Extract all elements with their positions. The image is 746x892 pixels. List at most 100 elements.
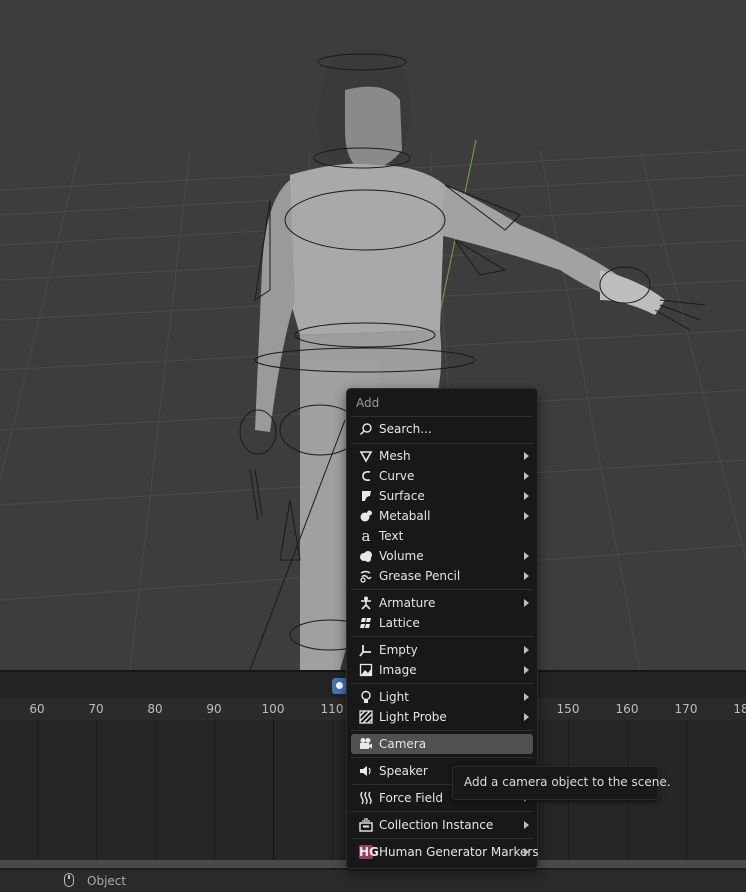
volume-icon (359, 549, 373, 563)
menu-item-armature[interactable]: Armature (351, 593, 533, 613)
frame-tick: 90 (206, 702, 222, 716)
frame-tick: 110 (320, 702, 344, 716)
menu-item-metaball[interactable]: Metaball (351, 506, 533, 526)
submenu-arrow-icon (524, 713, 529, 721)
menu-separator (351, 757, 533, 758)
menu-separator (351, 636, 533, 637)
menu-item-collection-instance[interactable]: Collection Instance (351, 815, 533, 835)
submenu-arrow-icon (524, 599, 529, 607)
menu-item-label: Curve (379, 469, 415, 483)
menu-item-label: Empty (379, 643, 418, 657)
submenu-arrow-icon (524, 552, 529, 560)
submenu-arrow-icon (524, 512, 529, 520)
status-bar: Object (0, 870, 746, 892)
menu-separator (351, 589, 533, 590)
mouse-icon (64, 873, 74, 887)
submenu-arrow-icon (524, 693, 529, 701)
menu-item-surface[interactable]: Surface (351, 486, 533, 506)
menu-separator (351, 443, 533, 444)
menu-item-lattice[interactable]: Lattice (351, 613, 533, 633)
armature-icon (359, 596, 373, 610)
menu-item-label: Mesh (379, 449, 411, 463)
frame-gridline (332, 720, 333, 860)
menu-search-label: Search... (379, 422, 432, 436)
submenu-arrow-icon (524, 666, 529, 674)
submenu-arrow-icon (524, 848, 529, 856)
frame-tick: 70 (88, 702, 104, 716)
empty-icon (359, 643, 373, 657)
frame-gridline (273, 720, 274, 860)
menu-item-camera[interactable]: Camera (351, 734, 533, 754)
menu-item-empty[interactable]: Empty (351, 640, 533, 660)
frame-tick: 150 (556, 702, 580, 716)
metaball-icon (359, 509, 373, 523)
light-probe-icon (359, 710, 373, 724)
hg-icon: HG (359, 845, 379, 859)
menu-item-label: Metaball (379, 509, 431, 523)
frame-tick: 18 (733, 702, 746, 716)
menu-item-label: Collection Instance (379, 818, 494, 832)
frame-gridline (686, 720, 687, 860)
grease-pencil-icon (359, 569, 373, 583)
mesh-icon (359, 449, 373, 463)
frame-gridline (96, 720, 97, 860)
surface-icon (359, 489, 373, 503)
camera-icon (359, 737, 373, 751)
menu-separator (351, 838, 533, 839)
menu-item-label: Image (379, 663, 417, 677)
frame-tick: 160 (615, 702, 639, 716)
menu-item-label: Camera (379, 737, 427, 751)
menu-item-label: Human Generator Markers (379, 845, 539, 859)
frame-gridline (155, 720, 156, 860)
frame-tick: 100 (261, 702, 285, 716)
menu-search[interactable]: Search... (351, 419, 533, 439)
speaker-icon (359, 764, 373, 778)
text-icon: a (361, 527, 371, 545)
menu-item-label: Speaker (379, 764, 428, 778)
curve-icon (359, 469, 373, 483)
menu-item-label: Surface (379, 489, 425, 503)
menu-separator (351, 683, 533, 684)
menu-item-label: Grease Pencil (379, 569, 461, 583)
menu-item-label: Light (379, 690, 409, 704)
status-label: Object (87, 874, 127, 888)
menu-item-light-probe[interactable]: Light Probe (351, 707, 533, 727)
tooltip-text: Add a camera object to the scene. (464, 775, 671, 789)
lattice-icon (359, 616, 373, 630)
search-icon (359, 422, 373, 436)
menu-item-grease-pencil[interactable]: Grease Pencil (351, 566, 533, 586)
menu-item-light[interactable]: Light (351, 687, 533, 707)
tooltip: Add a camera object to the scene. (452, 766, 671, 800)
light-icon (359, 690, 373, 704)
frame-gridline (37, 720, 38, 860)
force-field-icon (359, 791, 373, 805)
menu-title: Add (356, 396, 380, 410)
collection-instance-icon (359, 818, 373, 832)
frame-gridline (214, 720, 215, 860)
frame-tick: 60 (29, 702, 45, 716)
menu-item-volume[interactable]: Volume (351, 546, 533, 566)
menu-separator (351, 730, 533, 731)
image-icon (359, 663, 373, 677)
submenu-arrow-icon (524, 646, 529, 654)
menu-item-label: Volume (379, 549, 424, 563)
menu-item-curve[interactable]: Curve (351, 466, 533, 486)
menu-item-image[interactable]: Image (351, 660, 533, 680)
menu-item-label: Armature (379, 596, 436, 610)
menu-item-text[interactable]: a Text (351, 526, 533, 546)
menu-item-mesh[interactable]: Mesh (351, 446, 533, 466)
menu-item-label: Text (379, 529, 404, 543)
menu-item-human-generator-markers[interactable]: HG Human Generator Markers (351, 842, 539, 862)
frame-tick: 80 (147, 702, 163, 716)
submenu-arrow-icon (524, 452, 529, 460)
submenu-arrow-icon (524, 572, 529, 580)
menu-separator (351, 416, 533, 417)
submenu-arrow-icon (524, 492, 529, 500)
submenu-arrow-icon (524, 821, 529, 829)
submenu-arrow-icon (524, 472, 529, 480)
frame-tick: 170 (674, 702, 698, 716)
menu-item-label: Light Probe (379, 710, 447, 724)
menu-separator (351, 811, 533, 812)
menu-item-label: Force Field (379, 791, 443, 805)
menu-item-label: Lattice (379, 616, 420, 630)
